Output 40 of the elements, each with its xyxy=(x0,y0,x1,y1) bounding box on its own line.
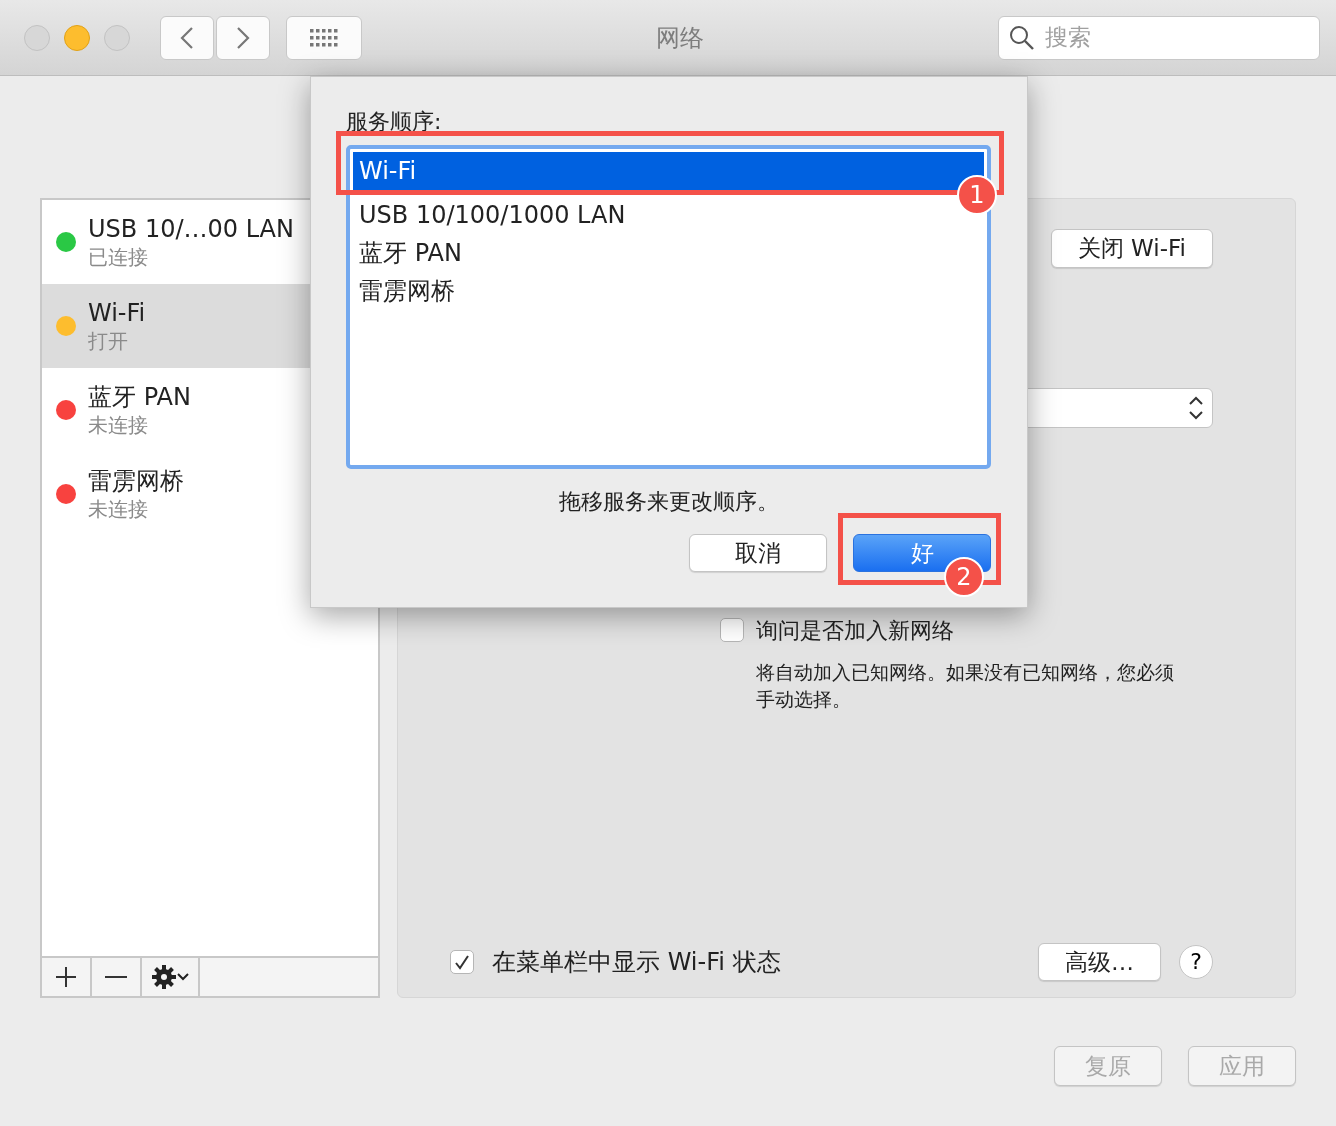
search-icon xyxy=(1009,24,1035,51)
back-icon xyxy=(180,25,194,50)
grid-button[interactable] xyxy=(286,15,362,60)
checkbox[interactable] xyxy=(720,618,744,642)
service-name: USB 10/…00 LAN xyxy=(88,214,294,244)
description-text: 将自动加入已知网络。如果没有已知网络，您必须手动选择。 xyxy=(756,659,1175,712)
gear-icon xyxy=(151,964,177,990)
cancel-button[interactable]: 取消 xyxy=(689,534,827,572)
forward-button[interactable] xyxy=(216,15,270,60)
stepper-icon xyxy=(1188,394,1204,421)
window-title: 网络 xyxy=(655,22,705,54)
service-item[interactable]: USB 10/100/1000 LAN xyxy=(353,196,632,234)
service-name: Wi-Fi xyxy=(88,298,146,328)
service-status: 未连接 xyxy=(88,411,149,438)
service-item[interactable]: 雷雳网桥 未连接 xyxy=(42,452,378,536)
search-field[interactable]: 搜索 xyxy=(1043,19,1303,56)
forward-icon xyxy=(236,25,250,50)
service-item[interactable]: 蓝牙 PAN xyxy=(353,234,468,272)
grid-icon xyxy=(309,27,339,48)
search-field[interactable]: 搜索 xyxy=(998,15,1320,60)
check-icon xyxy=(454,953,470,970)
checkbox-label: 在菜单栏中显示 Wi-Fi 状态 xyxy=(492,946,782,978)
hint-text: 拖移服务来更改顺序。 xyxy=(557,488,780,516)
service-status: 未连接 xyxy=(88,495,149,522)
service-status: 打开 xyxy=(88,327,129,354)
step-number: 2 xyxy=(944,557,984,597)
remove-icon xyxy=(105,975,127,979)
help-button[interactable]: ? xyxy=(1179,944,1213,979)
service-item[interactable]: 蓝牙 PAN 未连接 xyxy=(42,368,378,452)
caret-icon xyxy=(177,973,189,981)
advanced-button[interactable]: 高级… xyxy=(1038,942,1161,981)
add-icon xyxy=(55,966,77,988)
service-name: 蓝牙 PAN xyxy=(88,382,191,412)
back-button[interactable] xyxy=(160,15,214,60)
checkbox-label: 询问是否加入新网络 xyxy=(756,616,954,645)
turn-off-wifi-button[interactable]: 关闭 Wi-Fi xyxy=(1050,229,1213,268)
dialog-title: 服务顺序: xyxy=(346,108,443,136)
checkbox[interactable] xyxy=(450,949,474,974)
service-name: 雷雳网桥 xyxy=(88,466,184,496)
service-status: 已连接 xyxy=(88,243,149,270)
